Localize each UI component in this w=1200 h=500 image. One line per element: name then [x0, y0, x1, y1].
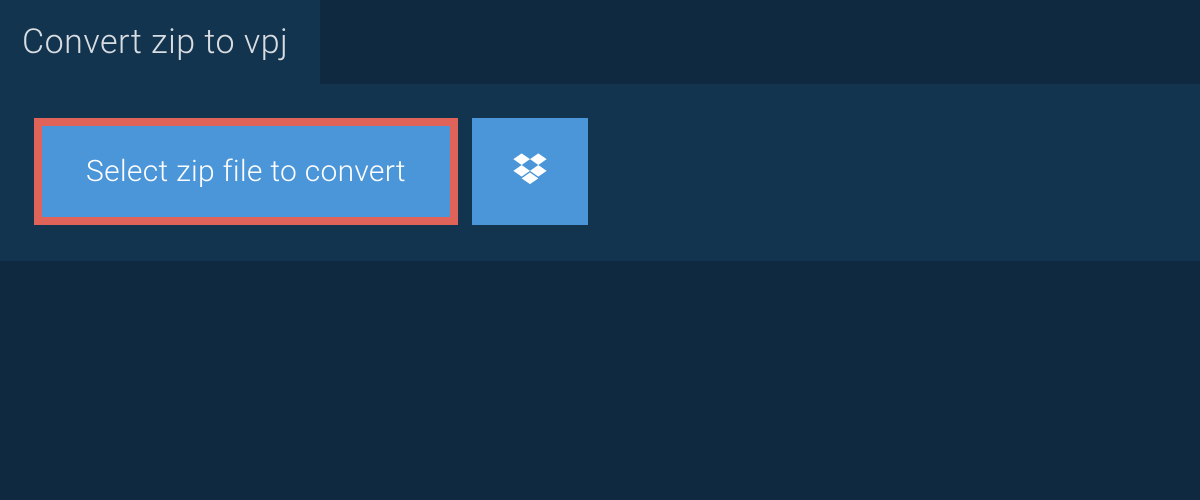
page-title-tab: Convert zip to vpj — [0, 0, 320, 84]
dropbox-icon — [510, 150, 550, 194]
button-row: Select zip file to convert — [34, 118, 1166, 225]
page-title: Convert zip to vpj — [22, 22, 288, 62]
select-file-button[interactable]: Select zip file to convert — [34, 118, 458, 225]
select-file-label: Select zip file to convert — [86, 154, 406, 189]
dropbox-button[interactable] — [472, 118, 588, 225]
upload-panel: Select zip file to convert — [0, 84, 1200, 261]
